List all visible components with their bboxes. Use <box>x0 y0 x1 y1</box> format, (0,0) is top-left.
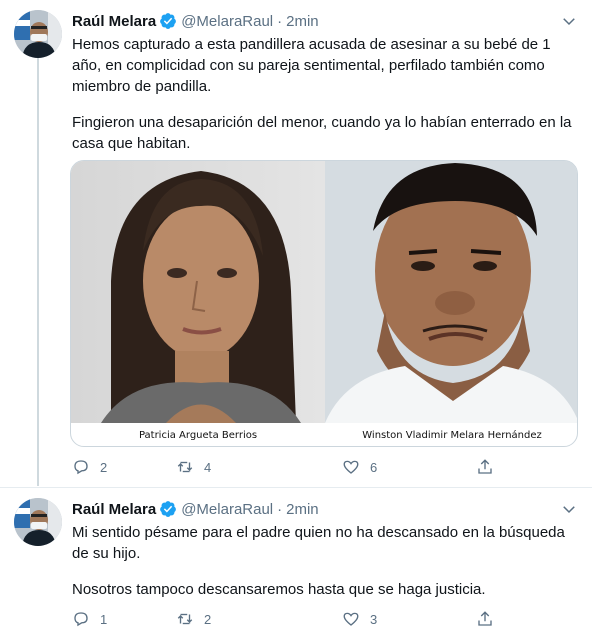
heart-icon <box>343 460 359 474</box>
separator-dot: · <box>277 12 283 30</box>
separator-dot: · <box>277 500 283 518</box>
like-count: 6 <box>370 459 378 475</box>
reply-button[interactable]: 2 <box>72 458 107 476</box>
reply-count: 1 <box>100 611 108 627</box>
avatar[interactable] <box>14 10 62 58</box>
author-name[interactable]: Raúl Melara <box>72 13 156 30</box>
share-button[interactable] <box>476 610 504 628</box>
author-handle[interactable]: @MelaraRaul <box>181 13 273 30</box>
reply-icon <box>74 612 88 627</box>
reply-count: 2 <box>100 459 108 475</box>
heart-icon <box>343 612 359 626</box>
timestamp[interactable]: 2min <box>286 13 319 30</box>
tweet-header: Raúl Melara @MelaraRaul · 2min <box>72 498 578 520</box>
photo-caption-left: Patricia Argueta Berrios <box>138 430 258 441</box>
tweet-text: Mi sentido pésame para el padre quien no… <box>72 522 578 600</box>
retweet-count: 2 <box>204 611 212 627</box>
avatar[interactable] <box>14 498 62 546</box>
tweet-media-image[interactable]: Patricia Argueta Berrios Winston Vladimi… <box>70 160 578 447</box>
reply-button[interactable]: 1 <box>72 610 107 628</box>
chevron-down-icon[interactable] <box>560 500 578 518</box>
tweet-1[interactable]: Raúl Melara @MelaraRaul · 2min Hemos cap… <box>0 0 592 487</box>
timestamp[interactable]: 2min <box>286 501 319 518</box>
tweet-2[interactable]: Raúl Melara @MelaraRaul · 2min Mi sentid… <box>0 487 592 634</box>
tweet-actions: 2 4 6 <box>72 457 512 477</box>
chevron-down-icon[interactable] <box>560 12 578 30</box>
like-button[interactable]: 3 <box>342 610 377 628</box>
photo-caption-right: Winston Vladimir Melara Hernández <box>362 430 542 441</box>
mugshot-photo-left <box>71 161 325 423</box>
tweet-text: Hemos capturado a esta pandillera acusad… <box>72 34 578 154</box>
retweet-icon <box>177 461 193 473</box>
share-icon <box>478 459 492 474</box>
like-button[interactable]: 6 <box>342 458 377 476</box>
share-button[interactable] <box>476 458 504 476</box>
share-icon <box>478 611 492 626</box>
retweet-icon <box>177 613 193 625</box>
verified-badge-icon <box>160 13 177 29</box>
reply-icon <box>74 460 88 475</box>
tweet-actions: 1 2 3 <box>72 609 512 629</box>
verified-badge-icon <box>160 501 177 517</box>
tweet-paragraph: Nosotros tampoco descansaremos hasta que… <box>72 581 486 598</box>
author-handle[interactable]: @MelaraRaul <box>181 501 273 518</box>
retweet-button[interactable]: 4 <box>176 458 211 476</box>
author-name[interactable]: Raúl Melara <box>72 501 156 518</box>
mugshot-photo-right <box>325 161 577 423</box>
retweet-button[interactable]: 2 <box>176 610 211 628</box>
tweet-paragraph: Hemos capturado a esta pandillera acusad… <box>72 36 551 95</box>
retweet-count: 4 <box>204 459 212 475</box>
like-count: 3 <box>370 611 378 627</box>
tweet-paragraph: Mi sentido pésame para el padre quien no… <box>72 524 565 562</box>
tweet-header: Raúl Melara @MelaraRaul · 2min <box>72 10 578 32</box>
tweet-paragraph: Fingieron una desaparición del menor, cu… <box>72 114 572 152</box>
